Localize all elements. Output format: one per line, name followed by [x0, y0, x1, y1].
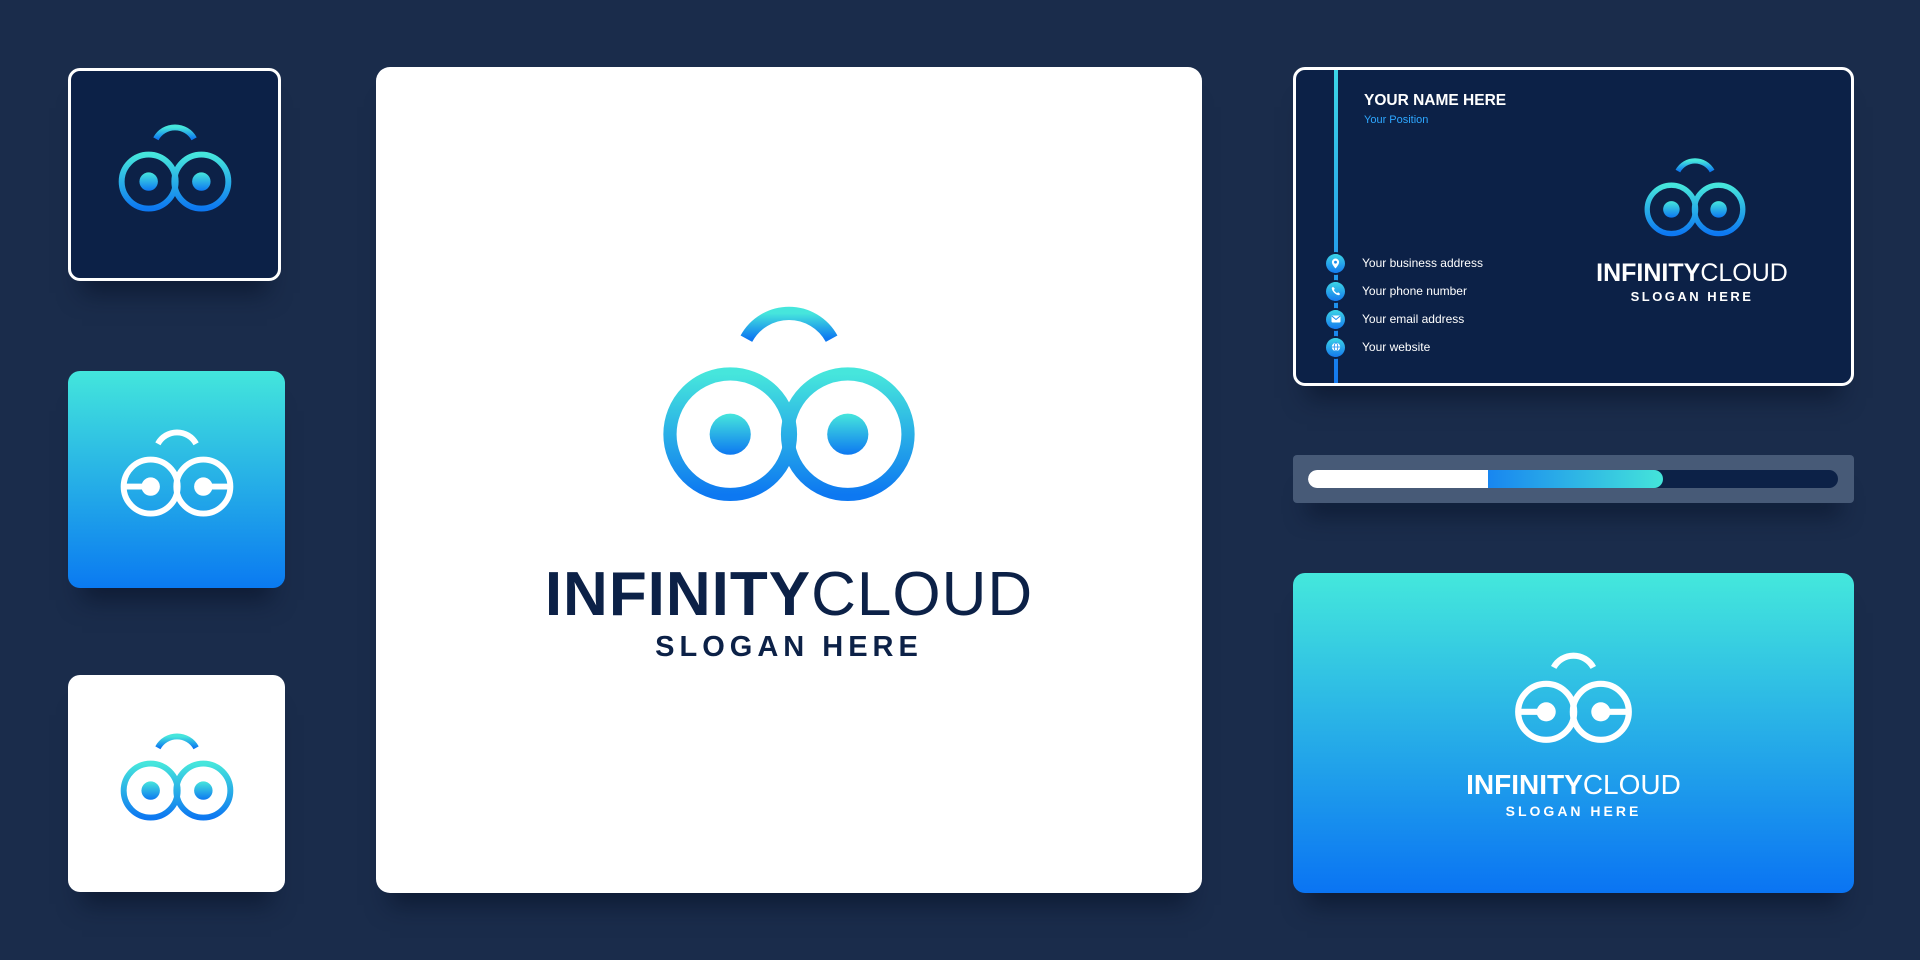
phone-icon [1326, 281, 1345, 301]
progress-bar-card [1293, 455, 1854, 503]
cloud-infinity-logo-icon [111, 730, 243, 838]
business-card-slogan: SLOGAN HERE [1630, 289, 1754, 304]
logo-tile-gradient [68, 371, 285, 588]
gradient-card-slogan: SLOGAN HERE [1505, 803, 1642, 819]
globe-icon [1326, 337, 1345, 357]
cloud-infinity-logo-icon [642, 299, 936, 540]
brand-name-light: CLOUD [811, 560, 1034, 629]
gradient-card-wordmark: INFINITYCLOUD [1293, 771, 1854, 799]
email-icon [1326, 309, 1345, 329]
progress-fill [1308, 470, 1664, 488]
brand-slogan: SLOGAN HERE [655, 631, 923, 663]
business-card-position: Your Position [1364, 114, 1429, 126]
business-card-wordmark: INFINITYCLOUD [1582, 261, 1802, 286]
contact-row-email: Your email address [1326, 309, 1464, 329]
contact-row-address: Your business address [1326, 253, 1483, 273]
location-pin-icon [1326, 253, 1345, 273]
cloud-infinity-logo-icon [1636, 155, 1754, 252]
brand-wordmark: INFINITYCLOUD [376, 564, 1202, 626]
brand-name-bold: INFINITY [1466, 769, 1583, 800]
cloud-infinity-logo-icon [111, 426, 243, 534]
business-card-name: YOUR NAME HERE [1364, 92, 1507, 109]
contact-address-text: Your business address [1362, 256, 1483, 270]
logo-tile-dark [68, 68, 281, 281]
contact-website-text: Your website [1362, 340, 1431, 354]
gradient-logo-card: INFINITYCLOUD SLOGAN HERE [1293, 573, 1854, 893]
brand-name-light: CLOUD [1582, 769, 1681, 800]
contact-row-phone: Your phone number [1326, 281, 1467, 301]
contact-row-website: Your website [1326, 337, 1430, 357]
contact-email-text: Your email address [1362, 312, 1465, 326]
progress-track [1308, 470, 1838, 488]
brand-name-light: CLOUD [1700, 259, 1788, 287]
brand-name-bold: INFINITY [544, 560, 812, 629]
cloud-infinity-logo-icon [1505, 649, 1642, 761]
cloud-infinity-logo-icon [109, 121, 241, 229]
logo-tile-white [68, 675, 285, 892]
contact-phone-text: Your phone number [1362, 284, 1467, 298]
business-card: YOUR NAME HERE Your Position Your busine… [1293, 67, 1854, 386]
main-logo-card: INFINITYCLOUD SLOGAN HERE [376, 67, 1202, 893]
brand-name-bold: INFINITY [1596, 259, 1701, 287]
